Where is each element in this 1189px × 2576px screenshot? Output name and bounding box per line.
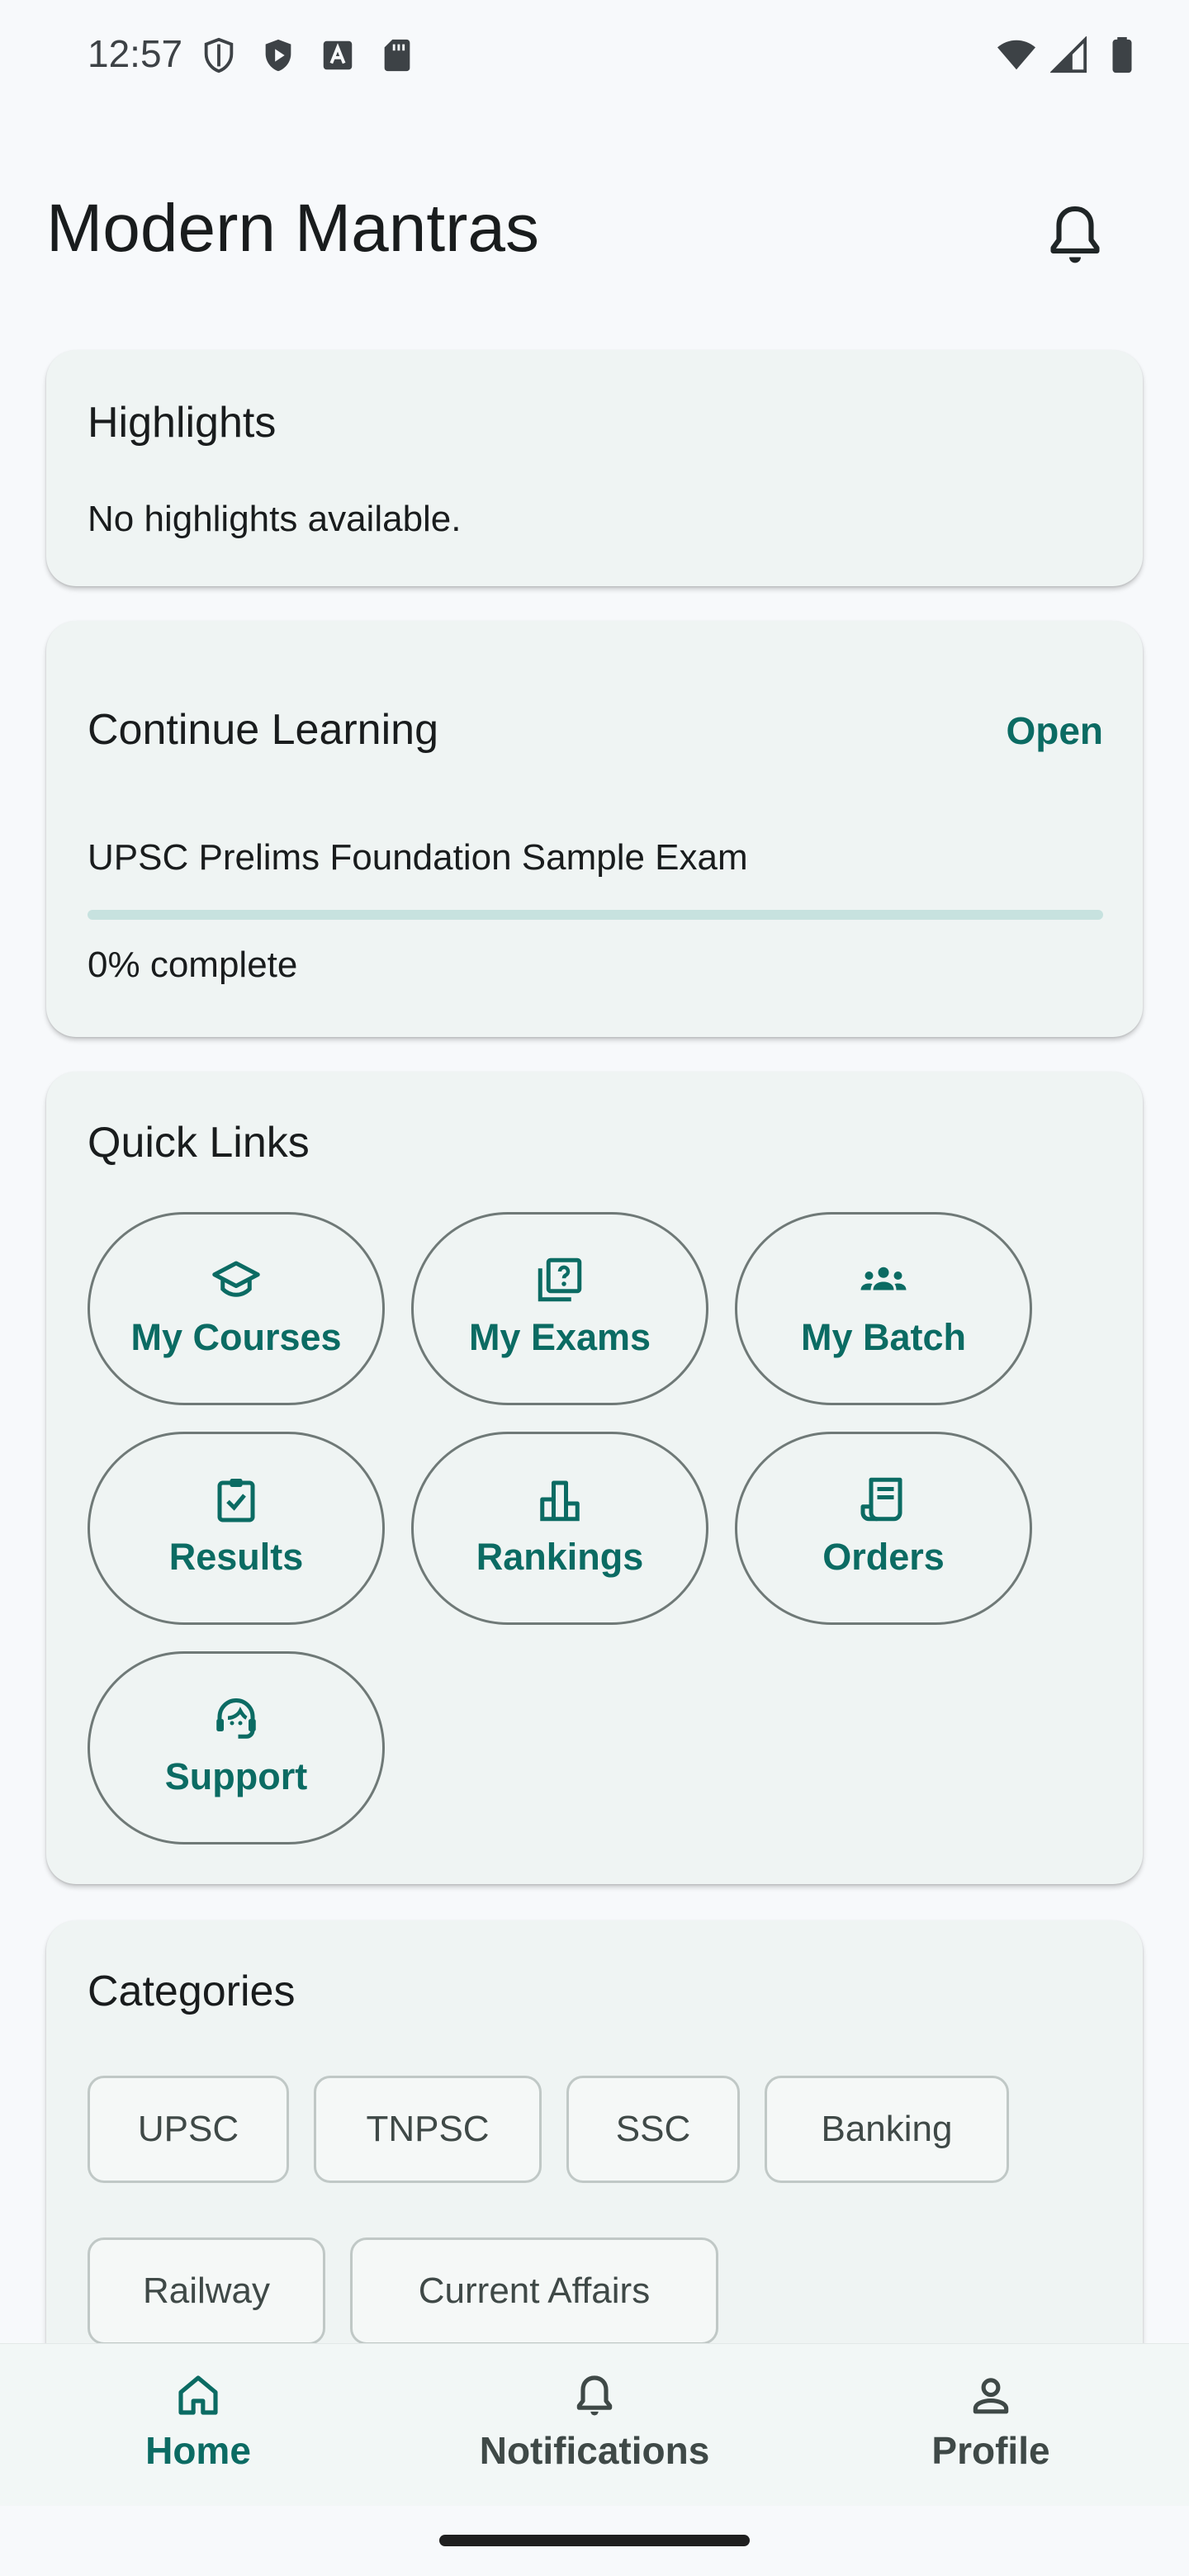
highlights-message: No highlights available. — [88, 499, 462, 539]
receipt-icon — [860, 1477, 902, 1522]
highlights-card: Highlights No highlights available. — [46, 350, 1143, 586]
status-icons-left — [200, 36, 416, 74]
notifications-bell-button[interactable] — [1047, 203, 1103, 268]
quick-link-label: Support — [164, 1755, 308, 1797]
quick-link-my-exams[interactable]: My Exams — [411, 1212, 708, 1405]
nav-notifications[interactable]: Notifications — [396, 2344, 793, 2506]
bell-icon — [576, 2375, 613, 2416]
nav-home[interactable]: Home — [0, 2344, 396, 2506]
home-icon — [178, 2375, 218, 2415]
continue-learning-title: Continue Learning — [88, 706, 438, 754]
quick-link-label: My Exams — [468, 1316, 651, 1358]
nav-notifications-label: Notifications — [479, 2429, 710, 2472]
categories-title: Categories — [88, 1968, 296, 2015]
progress-text: 0% complete — [88, 945, 298, 985]
quick-link-results[interactable]: Results — [88, 1432, 385, 1625]
quick-link-label: Results — [168, 1536, 304, 1578]
quick-links-title: Quick Links — [88, 1119, 310, 1167]
quick-link-label: My Courses — [130, 1316, 342, 1358]
assignment-check-icon — [217, 1479, 255, 1522]
groups-icon — [860, 1267, 907, 1290]
category-chip-tnpsc[interactable]: TNPSC — [314, 2076, 542, 2183]
nav-profile-label: Profile — [931, 2429, 1050, 2472]
quick-link-label: Rankings — [476, 1536, 644, 1578]
quick-link-orders[interactable]: Orders — [735, 1432, 1032, 1625]
graduation-cap-icon — [212, 1261, 260, 1297]
status-icons-right — [997, 36, 1141, 74]
font-a-icon — [323, 40, 353, 70]
highlights-title: Highlights — [88, 399, 277, 447]
app-title: Modern Mantras — [46, 191, 540, 266]
person-icon — [973, 2378, 1009, 2414]
quick-link-rankings[interactable]: Rankings — [411, 1432, 708, 1625]
quick-link-my-courses[interactable]: My Courses — [88, 1212, 385, 1405]
support-agent-icon — [216, 1698, 256, 1739]
leaderboard-icon — [540, 1480, 580, 1522]
category-chip-railway[interactable]: Railway — [88, 2237, 325, 2345]
battery-icon — [1112, 36, 1132, 73]
quick-link-label: My Batch — [800, 1316, 967, 1358]
shield-outline-icon — [204, 37, 234, 73]
course-name: UPSC Prelims Foundation Sample Exam — [88, 837, 748, 878]
nav-home-label: Home — [145, 2429, 251, 2472]
category-chip-upsc[interactable]: UPSC — [88, 2076, 289, 2183]
bottom-navigation: Home Notifications Profile — [0, 2343, 1189, 2506]
shield-play-icon — [265, 39, 291, 72]
quiz-icon — [538, 1257, 582, 1302]
status-bar: 12:57 — [0, 0, 1189, 116]
category-chip-current-affairs[interactable]: Current Affairs — [350, 2237, 718, 2345]
category-chip-banking[interactable]: Banking — [765, 2076, 1009, 2183]
gesture-bar — [439, 2535, 750, 2546]
quick-link-label: Orders — [822, 1536, 945, 1578]
nav-profile[interactable]: Profile — [793, 2344, 1189, 2506]
sd-card-icon — [384, 39, 410, 72]
open-button[interactable]: Open — [1006, 708, 1103, 753]
quick-link-support[interactable]: Support — [88, 1651, 385, 1844]
continue-learning-card: Continue Learning UPSC Prelims Foundatio… — [46, 621, 1143, 1037]
quick-link-my-batch[interactable]: My Batch — [735, 1212, 1032, 1405]
signal-icon — [1050, 36, 1087, 73]
status-time: 12:57 — [88, 32, 183, 75]
wifi-icon — [997, 40, 1035, 70]
progress-bar — [88, 910, 1103, 920]
category-chip-ssc[interactable]: SSC — [566, 2076, 740, 2183]
